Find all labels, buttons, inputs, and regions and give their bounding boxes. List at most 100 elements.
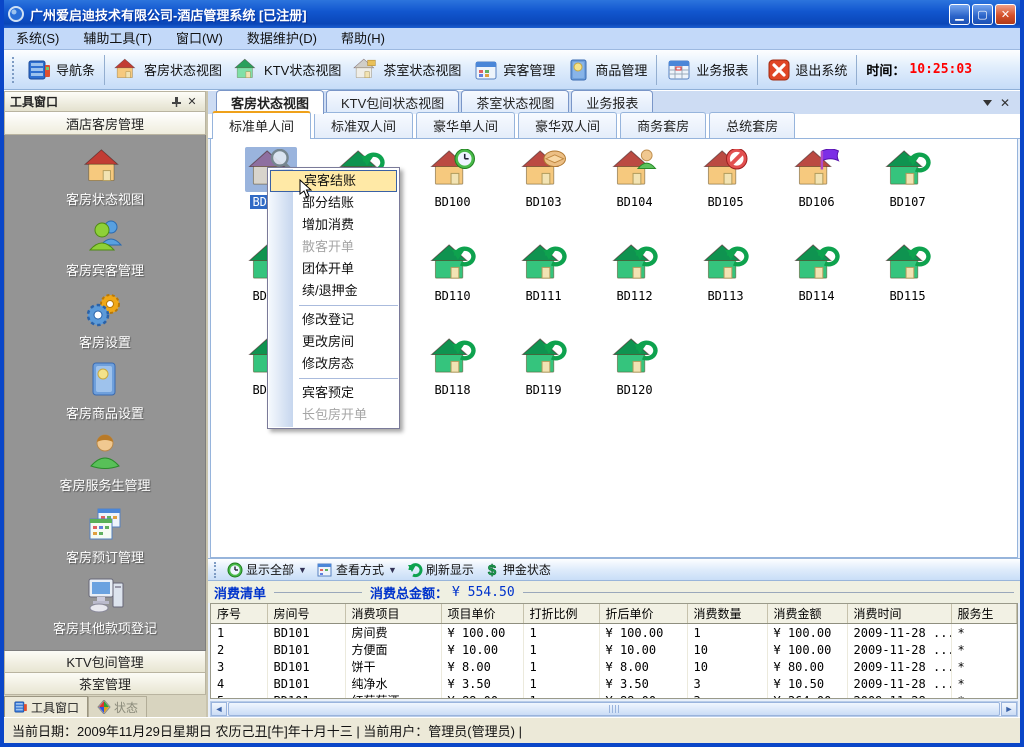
context-menu-item-2[interactable]: 增加消费 xyxy=(269,214,398,236)
context-menu-item-11[interactable]: 宾客预定 xyxy=(269,382,398,404)
room-type-tab-4[interactable]: 商务套房 xyxy=(620,112,706,138)
action-button-2[interactable]: 刷新显示 xyxy=(402,560,479,579)
room-label: BD104 xyxy=(614,195,654,209)
room-BD115[interactable]: BD115 xyxy=(862,241,953,335)
room-BD104[interactable]: BD104 xyxy=(589,147,680,241)
room-hourly-icon xyxy=(427,147,479,192)
sidebar-group-0[interactable]: KTV包间管理 xyxy=(4,651,206,673)
context-menu-item-5[interactable]: 续/退押金 xyxy=(269,280,398,302)
table-row[interactable]: 2BD101方便面¥ 10.001¥ 10.0010¥ 100.002009-1… xyxy=(211,641,1017,658)
col-8[interactable]: 消费时间 xyxy=(847,604,951,624)
col-9[interactable]: 服务生 xyxy=(951,604,1017,624)
consume-list-label: 消费清单 xyxy=(214,583,266,602)
col-2[interactable]: 消费项目 xyxy=(345,604,441,624)
room-BD103[interactable]: BD103 xyxy=(498,147,589,241)
view-tab-3[interactable]: 业务报表 xyxy=(571,90,653,114)
room-BD119[interactable]: BD119 xyxy=(498,335,589,429)
scrollbar-thumb[interactable] xyxy=(228,702,1000,716)
room-type-tab-2[interactable]: 豪华单人间 xyxy=(416,112,515,138)
col-4[interactable]: 打折比例 xyxy=(523,604,599,624)
view-tab-1[interactable]: KTV包间状态视图 xyxy=(326,90,459,114)
tab-overflow-icon[interactable] xyxy=(983,100,992,106)
col-3[interactable]: 项目单价 xyxy=(441,604,523,624)
action-button-3[interactable]: $押金状态 xyxy=(479,560,556,579)
horizontal-scrollbar[interactable]: ◄ ► xyxy=(210,701,1018,717)
context-menu-item-4[interactable]: 团体开单 xyxy=(269,258,398,280)
col-6[interactable]: 消费数量 xyxy=(687,604,767,624)
sidebar-footer-tab-0[interactable]: 工具窗口 xyxy=(4,696,88,717)
col-7[interactable]: 消费金额 xyxy=(767,604,847,624)
menubar-item-3[interactable]: 数据维护(D) xyxy=(235,28,329,49)
toolbar-button-3[interactable]: 茶室状态视图 xyxy=(347,56,467,83)
room-BD110[interactable]: BD110 xyxy=(407,241,498,335)
toolbar-button-7[interactable]: 退出系统 xyxy=(761,56,853,84)
room-type-tab-3[interactable]: 豪华双人间 xyxy=(518,112,617,138)
room-BD120[interactable]: BD120 xyxy=(589,335,680,429)
room-BD106[interactable]: BD106 xyxy=(771,147,862,241)
minimize-button[interactable]: ▁ xyxy=(949,4,970,25)
room-vacant-icon xyxy=(518,335,570,380)
context-menu-item-8[interactable]: 更改房间 xyxy=(269,331,398,353)
room-BD113[interactable]: BD113 xyxy=(680,241,771,335)
sidebar-item-2[interactable]: 客房设置 xyxy=(79,289,131,351)
sidebar-title: 工具窗口 xyxy=(10,93,168,110)
room-BD112[interactable]: BD112 xyxy=(589,241,680,335)
room-label: BD105 xyxy=(705,195,745,209)
table-row[interactable]: 5BD101红葡萄酒¥ 88.001¥ 88.003¥ 264.002009-1… xyxy=(211,692,1017,699)
table-body: 1BD101房间费¥ 100.001¥ 100.001¥ 100.002009-… xyxy=(211,624,1017,700)
table-row[interactable]: 3BD101饼干¥ 8.001¥ 8.0010¥ 80.002009-11-28… xyxy=(211,658,1017,675)
context-menu-item-9[interactable]: 修改房态 xyxy=(269,353,398,375)
scroll-right-icon[interactable]: ► xyxy=(1001,702,1017,716)
sidebar-footer-tab-1[interactable]: 状态 xyxy=(88,696,147,717)
toolbar-button-1[interactable]: 客房状态视图 xyxy=(108,56,228,83)
sidebar-title-bar: 工具窗口 ✕ xyxy=(4,91,206,112)
room-status-icon xyxy=(114,58,140,81)
toolbar-button-6[interactable]: 业务报表 xyxy=(660,56,754,84)
sidebar-item-4[interactable]: 客房服务生管理 xyxy=(59,432,150,494)
sidebar-group-1[interactable]: 茶室管理 xyxy=(4,673,206,695)
col-5[interactable]: 折后单价 xyxy=(599,604,687,624)
room-vacant-icon xyxy=(609,335,661,380)
sidebar-section-header[interactable]: 酒店客房管理 xyxy=(4,112,206,135)
room-BD107[interactable]: BD107 xyxy=(862,147,953,241)
col-0[interactable]: 序号 xyxy=(211,604,267,624)
col-1[interactable]: 房间号 xyxy=(267,604,345,624)
view-tab-2[interactable]: 茶室状态视图 xyxy=(461,90,569,114)
room-BD118[interactable]: BD118 xyxy=(407,335,498,429)
toolbar-button-2[interactable]: KTV状态视图 xyxy=(228,56,347,83)
maximize-button[interactable]: ▢ xyxy=(972,4,993,25)
tool-window-sidebar: 工具窗口 ✕ 酒店客房管理 客房状态视图客房宾客管理客房设置客房商品设置客房服务… xyxy=(4,91,208,717)
toolbar-button-4[interactable]: 宾客管理 xyxy=(467,56,561,84)
sidebar-item-5[interactable]: 客房预订管理 xyxy=(66,504,144,566)
room-BD114[interactable]: BD114 xyxy=(771,241,862,335)
menubar-item-0[interactable]: 系统(S) xyxy=(4,28,71,49)
sidebar-item-0[interactable]: 客房状态视图 xyxy=(66,148,144,208)
room-type-tab-0[interactable]: 标准单人间 xyxy=(212,111,311,139)
menubar-item-2[interactable]: 窗口(W) xyxy=(164,28,235,49)
action-button-1[interactable]: 查看方式▼ xyxy=(312,560,402,579)
menubar-item-1[interactable]: 辅助工具(T) xyxy=(71,28,164,49)
pin-icon[interactable] xyxy=(168,94,184,109)
report-icon xyxy=(666,58,692,82)
menubar-item-4[interactable]: 帮助(H) xyxy=(329,28,397,49)
scroll-left-icon[interactable]: ◄ xyxy=(211,702,227,716)
sidebar-item-6[interactable]: 客房其他款项登记 xyxy=(53,575,157,637)
context-menu-item-0[interactable]: 宾客结账 xyxy=(270,170,397,192)
sidebar-item-1[interactable]: 客房宾客管理 xyxy=(66,217,144,279)
tab-close-icon[interactable]: ✕ xyxy=(1000,96,1010,110)
toolbar-button-0[interactable]: 导航条 xyxy=(20,56,101,84)
table-row[interactable]: 1BD101房间费¥ 100.001¥ 100.001¥ 100.002009-… xyxy=(211,624,1017,642)
sidebar-item-3[interactable]: 客房商品设置 xyxy=(66,360,144,422)
toolbar-button-5[interactable]: 商品管理 xyxy=(561,56,653,84)
room-type-tab-5[interactable]: 总统套房 xyxy=(709,112,795,138)
room-BD111[interactable]: BD111 xyxy=(498,241,589,335)
room-type-tab-1[interactable]: 标准双人间 xyxy=(314,112,413,138)
room-BD100[interactable]: BD100 xyxy=(407,147,498,241)
context-menu-item-7[interactable]: 修改登记 xyxy=(269,309,398,331)
action-button-0[interactable]: 显示全部▼ xyxy=(222,560,312,579)
sidebar-close-icon[interactable]: ✕ xyxy=(184,94,200,109)
room-BD105[interactable]: BD105 xyxy=(680,147,771,241)
table-row[interactable]: 4BD101纯净水¥ 3.501¥ 3.503¥ 10.502009-11-28… xyxy=(211,675,1017,692)
close-button[interactable]: ✕ xyxy=(995,4,1016,25)
context-menu-item-1[interactable]: 部分结账 xyxy=(269,192,398,214)
